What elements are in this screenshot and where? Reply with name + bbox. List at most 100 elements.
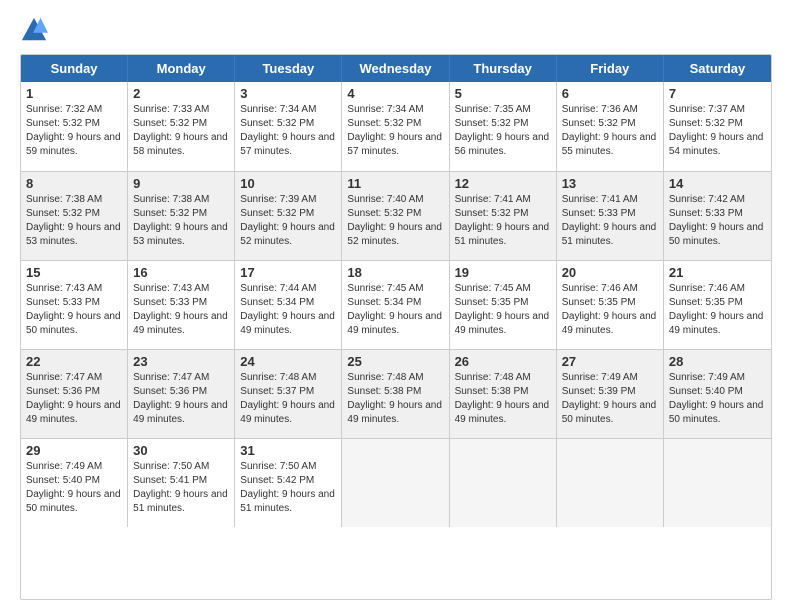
day-number: 16 [133,265,229,280]
day-info: Sunrise: 7:50 AM Sunset: 5:41 PM Dayligh… [133,460,229,516]
day-number: 24 [240,354,336,369]
calendar-cell: 18 Sunrise: 7:45 AM Sunset: 5:34 PM Dayl… [342,261,449,349]
calendar-cell: 9 Sunrise: 7:38 AM Sunset: 5:32 PM Dayli… [128,172,235,260]
calendar-cell [450,439,557,527]
calendar-cell [342,439,449,527]
day-number: 28 [669,354,766,369]
day-info: Sunrise: 7:49 AM Sunset: 5:40 PM Dayligh… [26,460,122,516]
day-number: 30 [133,443,229,458]
calendar-week: 15 Sunrise: 7:43 AM Sunset: 5:33 PM Dayl… [21,260,771,349]
calendar-cell: 11 Sunrise: 7:40 AM Sunset: 5:32 PM Dayl… [342,172,449,260]
calendar-cell: 15 Sunrise: 7:43 AM Sunset: 5:33 PM Dayl… [21,261,128,349]
day-number: 15 [26,265,122,280]
calendar-cell: 26 Sunrise: 7:48 AM Sunset: 5:38 PM Dayl… [450,350,557,438]
weekday-header: Wednesday [342,55,449,82]
day-info: Sunrise: 7:33 AM Sunset: 5:32 PM Dayligh… [133,103,229,159]
day-info: Sunrise: 7:42 AM Sunset: 5:33 PM Dayligh… [669,193,766,249]
calendar-body: 1 Sunrise: 7:32 AM Sunset: 5:32 PM Dayli… [21,82,771,527]
calendar-cell: 25 Sunrise: 7:48 AM Sunset: 5:38 PM Dayl… [342,350,449,438]
calendar: SundayMondayTuesdayWednesdayThursdayFrid… [20,54,772,600]
day-number: 1 [26,86,122,101]
calendar-cell: 22 Sunrise: 7:47 AM Sunset: 5:36 PM Dayl… [21,350,128,438]
day-info: Sunrise: 7:45 AM Sunset: 5:34 PM Dayligh… [347,282,443,338]
day-info: Sunrise: 7:39 AM Sunset: 5:32 PM Dayligh… [240,193,336,249]
calendar-cell: 7 Sunrise: 7:37 AM Sunset: 5:32 PM Dayli… [664,82,771,171]
day-info: Sunrise: 7:46 AM Sunset: 5:35 PM Dayligh… [562,282,658,338]
calendar-cell: 4 Sunrise: 7:34 AM Sunset: 5:32 PM Dayli… [342,82,449,171]
day-number: 2 [133,86,229,101]
day-info: Sunrise: 7:34 AM Sunset: 5:32 PM Dayligh… [240,103,336,159]
day-number: 12 [455,176,551,191]
day-number: 19 [455,265,551,280]
day-info: Sunrise: 7:41 AM Sunset: 5:33 PM Dayligh… [562,193,658,249]
day-info: Sunrise: 7:38 AM Sunset: 5:32 PM Dayligh… [133,193,229,249]
calendar-cell: 16 Sunrise: 7:43 AM Sunset: 5:33 PM Dayl… [128,261,235,349]
calendar-cell: 10 Sunrise: 7:39 AM Sunset: 5:32 PM Dayl… [235,172,342,260]
day-number: 29 [26,443,122,458]
day-number: 4 [347,86,443,101]
day-number: 8 [26,176,122,191]
day-info: Sunrise: 7:43 AM Sunset: 5:33 PM Dayligh… [133,282,229,338]
weekday-header: Thursday [450,55,557,82]
day-info: Sunrise: 7:38 AM Sunset: 5:32 PM Dayligh… [26,193,122,249]
day-info: Sunrise: 7:50 AM Sunset: 5:42 PM Dayligh… [240,460,336,516]
day-info: Sunrise: 7:47 AM Sunset: 5:36 PM Dayligh… [133,371,229,427]
day-number: 26 [455,354,551,369]
logo-icon [20,16,48,44]
day-info: Sunrise: 7:48 AM Sunset: 5:38 PM Dayligh… [347,371,443,427]
day-number: 7 [669,86,766,101]
day-info: Sunrise: 7:35 AM Sunset: 5:32 PM Dayligh… [455,103,551,159]
day-info: Sunrise: 7:46 AM Sunset: 5:35 PM Dayligh… [669,282,766,338]
day-info: Sunrise: 7:49 AM Sunset: 5:40 PM Dayligh… [669,371,766,427]
calendar-cell: 23 Sunrise: 7:47 AM Sunset: 5:36 PM Dayl… [128,350,235,438]
day-number: 9 [133,176,229,191]
calendar-cell: 14 Sunrise: 7:42 AM Sunset: 5:33 PM Dayl… [664,172,771,260]
day-info: Sunrise: 7:41 AM Sunset: 5:32 PM Dayligh… [455,193,551,249]
calendar-week: 8 Sunrise: 7:38 AM Sunset: 5:32 PM Dayli… [21,171,771,260]
calendar-cell [557,439,664,527]
calendar-cell: 29 Sunrise: 7:49 AM Sunset: 5:40 PM Dayl… [21,439,128,527]
weekday-header: Tuesday [235,55,342,82]
day-number: 21 [669,265,766,280]
day-number: 14 [669,176,766,191]
day-number: 17 [240,265,336,280]
day-info: Sunrise: 7:48 AM Sunset: 5:37 PM Dayligh… [240,371,336,427]
calendar-cell: 17 Sunrise: 7:44 AM Sunset: 5:34 PM Dayl… [235,261,342,349]
day-info: Sunrise: 7:43 AM Sunset: 5:33 PM Dayligh… [26,282,122,338]
day-info: Sunrise: 7:32 AM Sunset: 5:32 PM Dayligh… [26,103,122,159]
day-info: Sunrise: 7:36 AM Sunset: 5:32 PM Dayligh… [562,103,658,159]
day-info: Sunrise: 7:37 AM Sunset: 5:32 PM Dayligh… [669,103,766,159]
day-number: 6 [562,86,658,101]
day-number: 10 [240,176,336,191]
weekday-header: Sunday [21,55,128,82]
day-info: Sunrise: 7:44 AM Sunset: 5:34 PM Dayligh… [240,282,336,338]
calendar-cell: 31 Sunrise: 7:50 AM Sunset: 5:42 PM Dayl… [235,439,342,527]
weekday-header: Friday [557,55,664,82]
day-info: Sunrise: 7:48 AM Sunset: 5:38 PM Dayligh… [455,371,551,427]
day-number: 13 [562,176,658,191]
day-info: Sunrise: 7:47 AM Sunset: 5:36 PM Dayligh… [26,371,122,427]
day-info: Sunrise: 7:49 AM Sunset: 5:39 PM Dayligh… [562,371,658,427]
calendar-cell: 21 Sunrise: 7:46 AM Sunset: 5:35 PM Dayl… [664,261,771,349]
calendar-week: 29 Sunrise: 7:49 AM Sunset: 5:40 PM Dayl… [21,438,771,527]
weekday-header: Monday [128,55,235,82]
logo [20,16,52,44]
day-number: 31 [240,443,336,458]
day-number: 11 [347,176,443,191]
calendar-cell: 28 Sunrise: 7:49 AM Sunset: 5:40 PM Dayl… [664,350,771,438]
calendar-cell: 2 Sunrise: 7:33 AM Sunset: 5:32 PM Dayli… [128,82,235,171]
calendar-cell: 8 Sunrise: 7:38 AM Sunset: 5:32 PM Dayli… [21,172,128,260]
day-number: 5 [455,86,551,101]
weekday-header: Saturday [664,55,771,82]
page: SundayMondayTuesdayWednesdayThursdayFrid… [0,0,792,612]
calendar-week: 22 Sunrise: 7:47 AM Sunset: 5:36 PM Dayl… [21,349,771,438]
day-number: 18 [347,265,443,280]
calendar-cell: 20 Sunrise: 7:46 AM Sunset: 5:35 PM Dayl… [557,261,664,349]
day-number: 22 [26,354,122,369]
calendar-cell [664,439,771,527]
calendar-header: SundayMondayTuesdayWednesdayThursdayFrid… [21,55,771,82]
calendar-cell: 3 Sunrise: 7:34 AM Sunset: 5:32 PM Dayli… [235,82,342,171]
day-number: 27 [562,354,658,369]
day-number: 23 [133,354,229,369]
calendar-cell: 5 Sunrise: 7:35 AM Sunset: 5:32 PM Dayli… [450,82,557,171]
